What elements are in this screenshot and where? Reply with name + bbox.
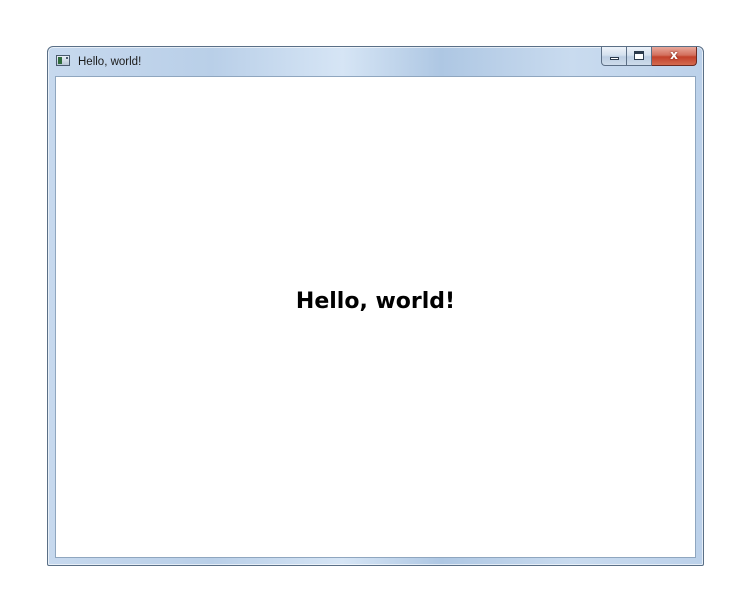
hello-world-label: Hello, world! (295, 289, 456, 314)
app-icon[interactable] (56, 55, 70, 66)
app-window: Hello, world! x Hello, world! (47, 46, 704, 566)
minimize-button[interactable] (601, 47, 627, 66)
close-icon: x (670, 48, 678, 62)
minimize-icon (610, 57, 619, 60)
caption-buttons: x (601, 47, 697, 66)
close-button[interactable]: x (652, 47, 697, 66)
title-bar[interactable]: Hello, world! x (48, 47, 703, 76)
client-area: Hello, world! (55, 76, 696, 558)
maximize-icon (634, 51, 644, 60)
maximize-button[interactable] (627, 47, 652, 66)
window-title: Hello, world! (78, 56, 142, 68)
